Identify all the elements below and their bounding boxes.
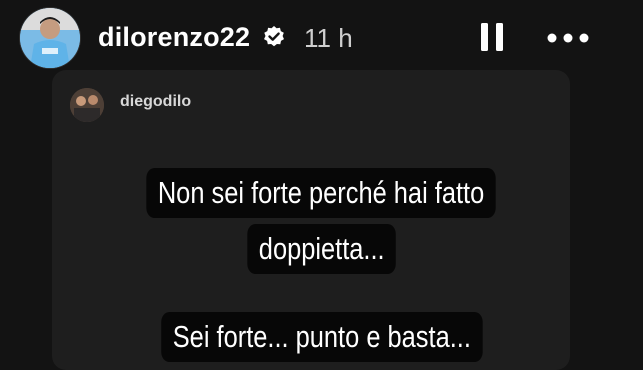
caption-line-1: Non sei forte perché hai fatto: [0, 168, 643, 218]
story-time: 11 h: [304, 23, 353, 53]
shared-avatar-image-icon: [70, 88, 104, 122]
shared-post-avatar[interactable]: [70, 88, 104, 122]
caption-line-2: doppietta...: [0, 224, 643, 274]
profile-avatar[interactable]: [20, 8, 80, 68]
caption-text-1: Non sei forte perché hai fatto: [146, 168, 497, 218]
verified-badge-icon: [264, 26, 284, 47]
shared-post-username[interactable]: diegodilo: [120, 93, 191, 111]
more-options-icon[interactable]: [546, 26, 590, 50]
caption-text-3: Sei forte... punto e basta...: [160, 312, 483, 362]
caption-text-2: doppietta...: [247, 224, 396, 274]
pause-icon[interactable]: [480, 22, 504, 52]
caption-line-3: Sei forte... punto e basta...: [0, 312, 643, 362]
avatar-image-icon: [20, 8, 80, 68]
story-username[interactable]: dilorenzo22: [98, 22, 250, 53]
story-header: dilorenzo22 11 h: [0, 0, 643, 72]
